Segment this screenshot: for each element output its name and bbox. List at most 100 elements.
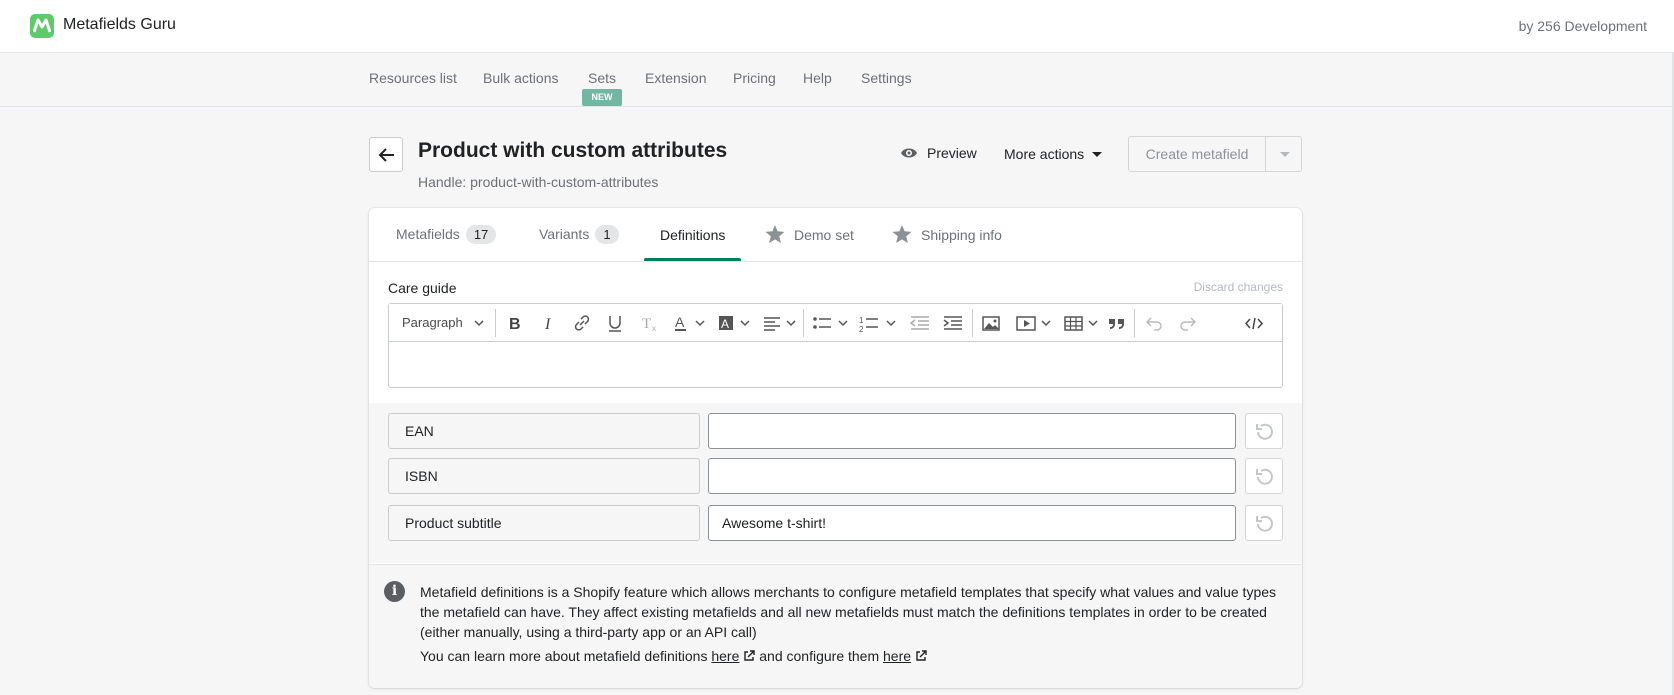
tab-shipping-info[interactable]: Shipping info [892, 225, 1002, 243]
svg-text:T: T [642, 316, 651, 332]
insert-image-button[interactable] [982, 304, 1004, 342]
italic-button[interactable]: I [540, 304, 562, 342]
definition-fields: EAN ISBN Product subtitle Awesome t-shir… [369, 403, 1302, 563]
external-link-icon [744, 650, 756, 661]
new-badge: NEW [582, 89, 622, 106]
align-left-icon [764, 317, 796, 331]
redo-button[interactable] [1179, 304, 1201, 342]
insert-media-button[interactable] [1016, 304, 1054, 342]
nav-sets[interactable]: Sets [588, 70, 616, 86]
page-handle: Handle: product-with-custom-attributes [418, 174, 659, 190]
external-link-icon [916, 650, 927, 661]
more-actions-button[interactable]: More actions [1004, 146, 1103, 162]
field-key: ISBN [388, 458, 700, 494]
preview-label: Preview [927, 145, 977, 161]
paragraph-select[interactable]: Paragraph [389, 304, 489, 342]
discard-changes-button[interactable]: Discard changes [1194, 280, 1283, 294]
caret-down-icon [1092, 152, 1103, 157]
reset-button[interactable] [1245, 413, 1283, 449]
nav-extension[interactable]: Extension [645, 70, 706, 86]
redo-icon [1180, 317, 1197, 331]
chevron-down-icon [474, 320, 484, 327]
configure-definitions-link[interactable]: here [883, 648, 911, 664]
product-subtitle-value-input[interactable]: Awesome t-shirt! [708, 505, 1236, 541]
star-icon [892, 225, 912, 243]
count-badge: 17 [465, 225, 497, 244]
outdent-button[interactable] [910, 304, 932, 342]
toolbar-separator [495, 309, 496, 337]
reset-button[interactable] [1245, 458, 1283, 494]
developer-credit: by 256 Development [1518, 18, 1647, 34]
nav-resources-list[interactable]: Resources list [369, 70, 457, 86]
app-name: Metafields Guru [63, 16, 176, 33]
insert-table-button[interactable] [1064, 304, 1102, 342]
tab-variants[interactable]: Variants 1 [539, 225, 619, 244]
bullet-list-button[interactable] [813, 304, 851, 342]
svg-text:A: A [721, 317, 729, 331]
tab-definitions[interactable]: Definitions [660, 227, 725, 243]
active-tab-indicator [644, 258, 741, 261]
page-title: Product with custom attributes [418, 139, 728, 162]
learn-middle: and configure them [759, 648, 880, 664]
learn-prefix: You can learn more about metafield defin… [420, 648, 708, 664]
link-button[interactable] [573, 304, 595, 342]
source-code-button[interactable] [1245, 304, 1267, 342]
ean-value-input[interactable] [708, 413, 1236, 449]
numbered-list-button[interactable]: 12 [859, 304, 899, 342]
tab-metafields[interactable]: Metafields 17 [396, 225, 497, 244]
text-color-button[interactable]: A [674, 304, 708, 342]
tab-label: Demo set [794, 227, 854, 243]
clear-format-button[interactable]: Tx [641, 304, 663, 342]
info-text: Metafield definitions is a Shopify featu… [420, 584, 1277, 640]
numbered-list-icon: 12 [859, 316, 896, 332]
bold-button[interactable]: B [506, 304, 528, 342]
info-icon: i [384, 581, 405, 602]
preview-button[interactable]: Preview [900, 145, 977, 161]
create-metafield-button[interactable]: Create metafield [1128, 136, 1266, 172]
highlight-button[interactable]: A [719, 304, 753, 342]
svg-text:2: 2 [859, 325, 864, 332]
nav-bulk-actions[interactable]: Bulk actions [483, 70, 558, 86]
editor-content[interactable] [389, 342, 1282, 387]
info-banner: i Metafield definitions is a Shopify fea… [369, 564, 1302, 688]
underline-icon [609, 316, 621, 332]
link-icon [574, 315, 590, 331]
code-icon [1245, 317, 1263, 330]
undo-icon [1256, 515, 1273, 532]
indent-icon [943, 316, 962, 330]
text-color-icon: A [675, 315, 705, 331]
clear-format-icon: Tx [642, 316, 656, 332]
italic-icon: I [544, 316, 551, 331]
eye-icon [901, 148, 917, 158]
tab-demo-set[interactable]: Demo set [765, 225, 854, 243]
care-guide-label: Care guide [388, 280, 457, 296]
nav-help[interactable]: Help [803, 70, 832, 86]
indent-button[interactable] [943, 304, 965, 342]
nav-pricing[interactable]: Pricing [733, 70, 776, 86]
svg-text:A: A [675, 315, 685, 330]
create-options-button[interactable] [1265, 136, 1302, 172]
svg-text:x: x [652, 324, 656, 332]
link-text: here [883, 648, 912, 664]
paragraph-select-label: Paragraph [402, 315, 463, 330]
editor-toolbar: Paragraph B I Tx A A 1 2 [389, 304, 1282, 342]
align-button[interactable] [763, 304, 799, 342]
blockquote-button[interactable] [1108, 304, 1130, 342]
caret-down-icon [1280, 152, 1290, 157]
nav-settings[interactable]: Settings [861, 70, 912, 86]
count-badge: 1 [595, 225, 619, 244]
quote-icon [1109, 319, 1124, 329]
back-button[interactable] [369, 137, 403, 172]
main-nav: Resources list Bulk actions Sets Extensi… [0, 53, 1674, 107]
rich-text-editor[interactable]: Paragraph B I Tx A A 1 2 [388, 303, 1283, 388]
isbn-value-input[interactable] [708, 458, 1236, 494]
underline-button[interactable] [607, 304, 629, 342]
toolbar-separator [1134, 309, 1135, 337]
bullet-list-icon [813, 317, 848, 329]
svg-text:1: 1 [859, 316, 864, 325]
info-learn-more: You can learn more about metafield defin… [420, 648, 927, 664]
bold-icon: B [509, 316, 521, 331]
definitions-docs-link[interactable]: here [711, 648, 739, 664]
undo-button[interactable] [1145, 304, 1167, 342]
reset-button[interactable] [1245, 505, 1283, 541]
